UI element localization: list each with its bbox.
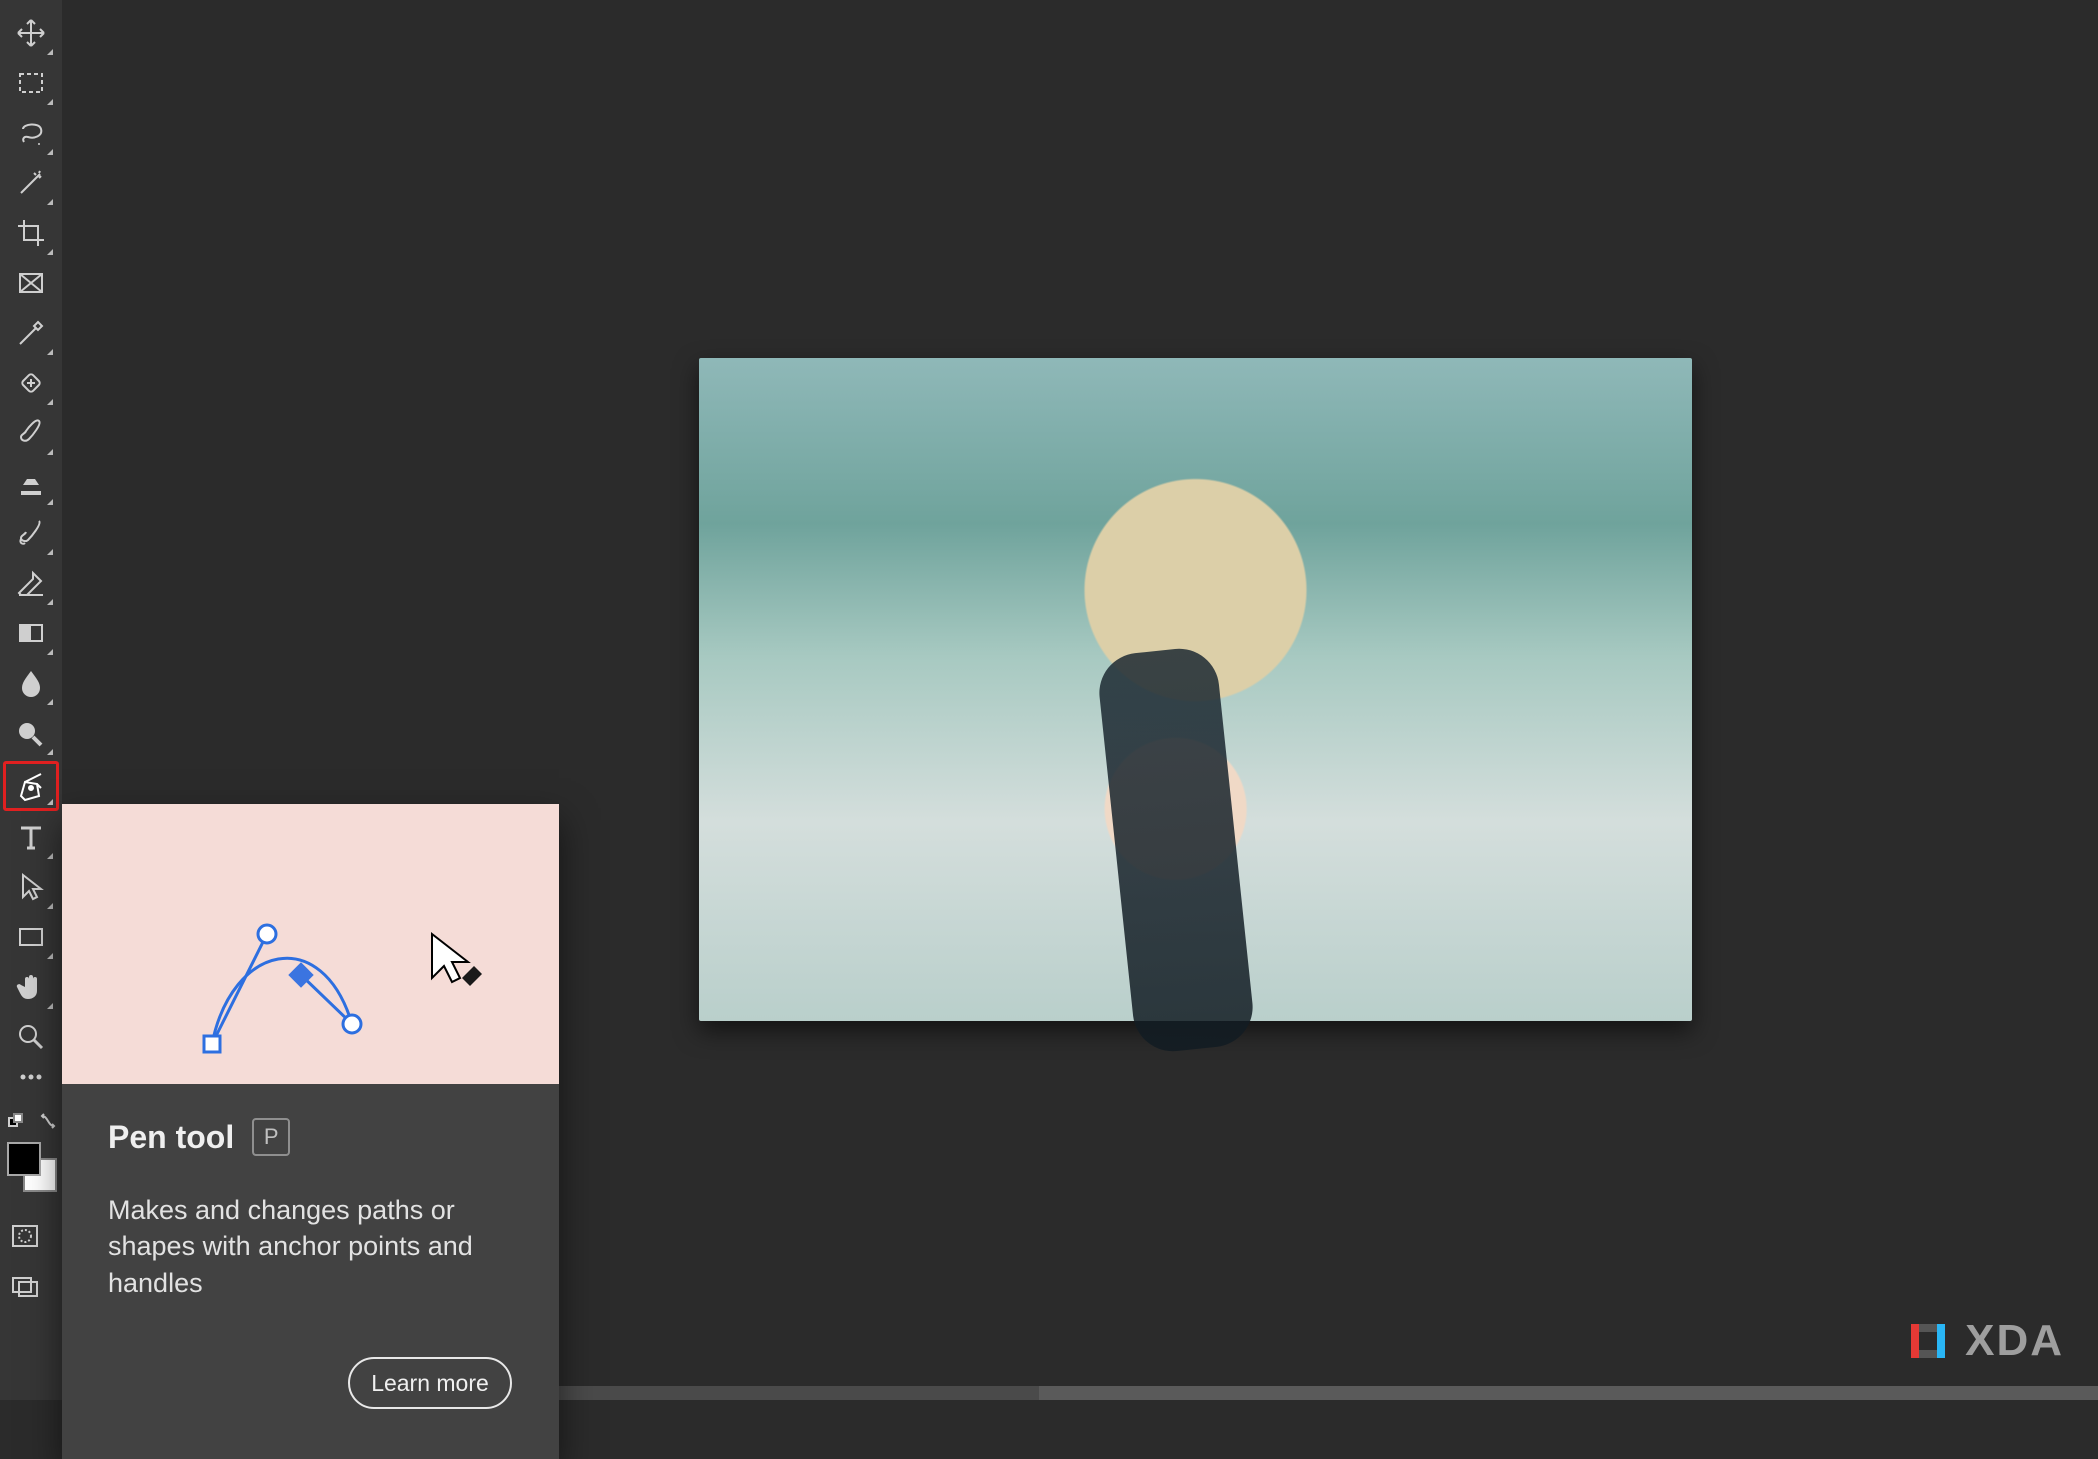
magic-wand-tool[interactable] [6, 158, 56, 208]
flyout-indicator [47, 149, 53, 155]
history-brush-tool[interactable] [6, 508, 56, 558]
flyout-indicator [47, 449, 53, 455]
eyedropper-tool[interactable] [6, 308, 56, 358]
move-tool[interactable] [6, 8, 56, 58]
xda-logo-icon [1905, 1318, 1951, 1364]
move-tool-icon [15, 17, 47, 49]
zoom-tool-icon [15, 1021, 47, 1053]
hand-tool-icon [15, 971, 47, 1003]
type-tool[interactable] [6, 812, 56, 862]
screen-mode-button[interactable] [11, 1272, 51, 1312]
tooltip-title: Pen tool [108, 1119, 234, 1156]
foreground-color-swatch[interactable] [7, 1142, 41, 1176]
history-brush-tool-icon [15, 517, 47, 549]
flyout-indicator [47, 99, 53, 105]
tool-tooltip-card: Pen tool P Makes and changes paths or sh… [62, 804, 559, 1459]
color-swatches[interactable] [3, 1140, 57, 1190]
gradient-tool-icon [15, 617, 47, 649]
flyout-indicator [47, 853, 53, 859]
tooltip-body: Pen tool P Makes and changes paths or sh… [62, 1084, 559, 1459]
gradient-tool[interactable] [6, 608, 56, 658]
eraser-tool[interactable] [6, 558, 56, 608]
healing-brush-tool-icon [15, 367, 47, 399]
dodge-tool-icon [15, 717, 47, 749]
xda-watermark-text: XDA [1965, 1316, 2064, 1366]
flyout-indicator [47, 953, 53, 959]
toolbar [0, 0, 62, 1400]
flyout-indicator [47, 349, 53, 355]
swap-colors-icon[interactable] [38, 1112, 56, 1135]
edit-toolbar-button[interactable] [6, 1062, 56, 1092]
xda-watermark: XDA [1905, 1316, 2064, 1366]
crop-tool[interactable] [6, 208, 56, 258]
blur-tool-icon [15, 667, 47, 699]
learn-more-button[interactable]: Learn more [348, 1357, 512, 1409]
pen-tool[interactable] [3, 761, 59, 811]
tooltip-description: Makes and changes paths or shapes with a… [108, 1192, 508, 1301]
flyout-indicator [47, 749, 53, 755]
magic-wand-tool-icon [15, 167, 47, 199]
horizontal-scrollbar[interactable] [559, 1386, 2098, 1400]
flyout-indicator [47, 549, 53, 555]
scrollbar-track-segment[interactable] [1039, 1386, 2098, 1400]
healing-brush-tool[interactable] [6, 358, 56, 408]
flyout-indicator [47, 399, 53, 405]
screen-mode-icon [11, 1272, 39, 1300]
quick-mask-button[interactable] [11, 1222, 51, 1262]
lasso-tool[interactable] [6, 108, 56, 158]
flyout-indicator [47, 199, 53, 205]
zoom-tool[interactable] [6, 1012, 56, 1062]
flyout-indicator [47, 1003, 53, 1009]
clone-stamp-tool-icon [15, 467, 47, 499]
path-selection-tool[interactable] [6, 862, 56, 912]
path-selection-tool-icon [15, 871, 47, 903]
flyout-indicator [47, 499, 53, 505]
tooltip-illustration [62, 804, 559, 1084]
type-tool-icon [15, 821, 47, 853]
eyedropper-tool-icon [15, 317, 47, 349]
flyout-indicator [47, 699, 53, 705]
crop-tool-icon [15, 217, 47, 249]
pen-tool-icon [15, 770, 47, 802]
frame-tool[interactable] [6, 258, 56, 308]
blur-tool[interactable] [6, 658, 56, 708]
clone-stamp-tool[interactable] [6, 458, 56, 508]
quick-mask-icon [11, 1222, 39, 1250]
lasso-tool-icon [15, 117, 47, 149]
rectangle-tool-icon [15, 921, 47, 953]
scrollbar-thumb[interactable] [559, 1386, 1039, 1400]
flyout-indicator [47, 649, 53, 655]
rectangle-tool[interactable] [6, 912, 56, 962]
tooltip-shortcut-key: P [252, 1118, 290, 1156]
brush-tool-icon [15, 417, 47, 449]
dodge-tool[interactable] [6, 708, 56, 758]
frame-tool-icon [15, 267, 47, 299]
marquee-tool-icon [15, 67, 47, 99]
flyout-indicator [47, 903, 53, 909]
flyout-indicator [47, 49, 53, 55]
flyout-indicator [47, 799, 53, 805]
document-image[interactable] [699, 358, 1692, 1021]
hand-tool[interactable] [6, 962, 56, 1012]
ellipsis-icon [15, 1061, 47, 1093]
marquee-tool[interactable] [6, 58, 56, 108]
flyout-indicator [47, 599, 53, 605]
flyout-indicator [47, 249, 53, 255]
color-mini-controls [0, 1108, 62, 1138]
default-colors-icon[interactable] [7, 1112, 25, 1135]
brush-tool[interactable] [6, 408, 56, 458]
eraser-tool-icon [15, 567, 47, 599]
